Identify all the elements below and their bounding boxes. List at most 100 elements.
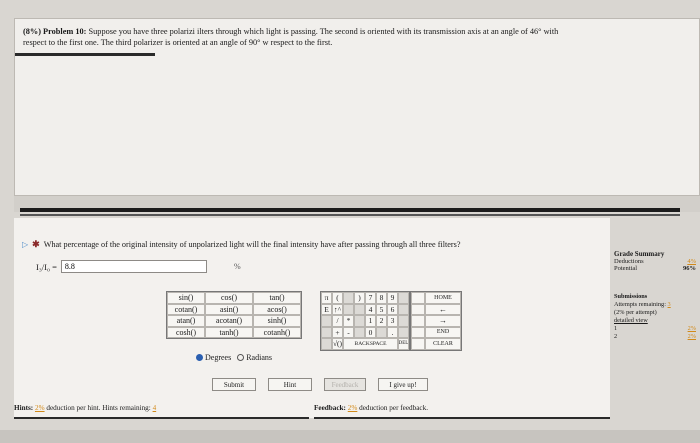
key-blank bbox=[398, 292, 409, 304]
key-sqrt[interactable]: √() bbox=[332, 338, 343, 350]
key-8[interactable]: 8 bbox=[376, 292, 387, 304]
radians-radio[interactable]: Radians bbox=[237, 353, 272, 362]
key-2[interactable]: 2 bbox=[376, 315, 387, 327]
number-keypad: π ( ) 7 8 9 E ↑^ 4 5 6 / * 1 2 3 + - 0 .… bbox=[320, 291, 410, 351]
hints-remaining: 4 bbox=[152, 404, 157, 412]
degrees-label: Degrees bbox=[205, 353, 232, 362]
key-del[interactable]: DEL bbox=[398, 338, 409, 350]
key-6[interactable]: 6 bbox=[387, 303, 398, 315]
key-minus[interactable]: - bbox=[343, 326, 354, 338]
key-blank bbox=[398, 315, 409, 327]
fn-cos-button[interactable]: cos() bbox=[205, 292, 253, 304]
fn-atan-button[interactable]: atan() bbox=[167, 315, 205, 327]
key-power[interactable]: ↑^ bbox=[332, 303, 343, 315]
status-star-icon: ✱ bbox=[32, 239, 40, 249]
key-right[interactable]: → bbox=[425, 315, 461, 327]
submissions-title: Submissions bbox=[614, 293, 648, 300]
hint-button[interactable]: Hint bbox=[268, 378, 312, 391]
hints-text: deduction per hint. Hints remaining: bbox=[46, 404, 151, 412]
key-open-paren[interactable]: ( bbox=[332, 292, 343, 304]
action-buttons: Submit Hint Feedback I give up! bbox=[212, 378, 428, 391]
answer-input[interactable] bbox=[60, 260, 207, 273]
key-blank bbox=[321, 315, 332, 327]
feedback-label: Feedback: bbox=[314, 404, 346, 412]
fn-sin-button[interactable]: sin() bbox=[167, 292, 205, 304]
hints-underline bbox=[14, 417, 309, 419]
answer-row: I₃/I₀ = bbox=[36, 260, 207, 273]
fn-acotan-button[interactable]: acotan() bbox=[205, 315, 253, 327]
key-blank bbox=[343, 303, 354, 315]
fn-tanh-button[interactable]: tanh() bbox=[205, 326, 253, 338]
key-home[interactable]: HOME bbox=[425, 292, 461, 304]
key-close-paren[interactable]: ) bbox=[354, 292, 365, 304]
key-blank bbox=[343, 292, 354, 304]
fn-tan-button[interactable]: tan() bbox=[253, 292, 301, 304]
fn-cosh-button[interactable]: cosh() bbox=[167, 326, 205, 338]
key-blank bbox=[354, 326, 365, 338]
deductions-label: Deductions bbox=[614, 258, 644, 265]
submission-number: 2 bbox=[614, 333, 618, 340]
key-blank bbox=[411, 292, 425, 304]
separator-bar bbox=[20, 208, 680, 212]
key-blank bbox=[321, 326, 332, 338]
question-text: What percentage of the original intensit… bbox=[43, 240, 461, 249]
problem-panel: (8%) Problem 10: Suppose you have three … bbox=[14, 18, 700, 196]
key-3[interactable]: 3 bbox=[387, 315, 398, 327]
problem-divider bbox=[15, 53, 155, 56]
attempts-label: Attempts remaining: bbox=[614, 301, 666, 308]
submission-deduction: 2% bbox=[687, 325, 696, 332]
key-multiply[interactable]: * bbox=[343, 315, 354, 327]
hints-label: Hints: bbox=[14, 404, 34, 412]
submission-number: 1 bbox=[614, 325, 618, 332]
grade-summary: Grade Summary Deductions 4% Potential 96% bbox=[614, 250, 700, 272]
feedback-underline bbox=[314, 417, 610, 419]
key-blank bbox=[376, 326, 387, 338]
key-blank bbox=[398, 303, 409, 315]
fn-sinh-button[interactable]: sinh() bbox=[253, 315, 301, 327]
feedback-pct: 2% bbox=[347, 404, 358, 412]
key-5[interactable]: 5 bbox=[376, 303, 387, 315]
degrees-radio[interactable]: Degrees bbox=[196, 353, 231, 362]
radians-label: Radians bbox=[246, 353, 272, 362]
key-plus[interactable]: + bbox=[332, 326, 343, 338]
fn-cotan-button[interactable]: cotan() bbox=[167, 303, 205, 315]
key-9[interactable]: 9 bbox=[387, 292, 398, 304]
key-clear[interactable]: CLEAR bbox=[425, 338, 461, 350]
expand-arrow-icon[interactable]: ▷ bbox=[22, 240, 28, 249]
key-blank bbox=[354, 303, 365, 315]
bottom-edge bbox=[0, 430, 700, 443]
fn-acos-button[interactable]: acos() bbox=[253, 303, 301, 315]
key-4[interactable]: 4 bbox=[365, 303, 376, 315]
key-dot[interactable]: . bbox=[387, 326, 398, 338]
feedback-text: deduction per feedback. bbox=[359, 404, 428, 412]
detailed-view-link[interactable]: detailed view bbox=[614, 317, 700, 325]
separator-bar-thin bbox=[20, 214, 680, 216]
problem-text-line1: Suppose you have three polarizi ilters t… bbox=[88, 27, 559, 36]
deductions-value: 4% bbox=[687, 258, 696, 265]
angle-mode: Degrees Radians bbox=[196, 353, 272, 362]
key-blank bbox=[411, 338, 425, 350]
key-end[interactable]: END bbox=[425, 326, 461, 338]
submissions-panel: Submissions Attempts remaining: 3 (2% pe… bbox=[614, 293, 700, 341]
grade-summary-title: Grade Summary bbox=[614, 250, 665, 258]
fn-cotanh-button[interactable]: cotanh() bbox=[253, 326, 301, 338]
key-left[interactable]: ← bbox=[425, 303, 461, 315]
key-0[interactable]: 0 bbox=[365, 326, 376, 338]
key-1[interactable]: 1 bbox=[365, 315, 376, 327]
key-7[interactable]: 7 bbox=[365, 292, 376, 304]
key-pi[interactable]: π bbox=[321, 292, 332, 304]
key-divide[interactable]: / bbox=[332, 315, 343, 327]
give-up-button[interactable]: I give up! bbox=[378, 378, 428, 391]
key-blank bbox=[411, 303, 425, 315]
fn-asin-button[interactable]: asin() bbox=[205, 303, 253, 315]
problem-heading: (8%) Problem 10: bbox=[23, 27, 87, 36]
feedback-button[interactable]: Feedback bbox=[324, 378, 366, 391]
radio-empty-icon bbox=[237, 354, 245, 361]
question-row: ▷ ✱ What percentage of the original inte… bbox=[22, 239, 460, 250]
key-e[interactable]: E bbox=[321, 303, 332, 315]
question-panel: ▷ ✱ What percentage of the original inte… bbox=[14, 218, 610, 418]
submission-deduction: 2% bbox=[687, 333, 696, 340]
key-backspace[interactable]: BACKSPACE bbox=[343, 338, 398, 350]
submit-button[interactable]: Submit bbox=[212, 378, 256, 391]
function-keypad: sin() cos() tan() cotan() asin() acos() … bbox=[166, 291, 302, 339]
